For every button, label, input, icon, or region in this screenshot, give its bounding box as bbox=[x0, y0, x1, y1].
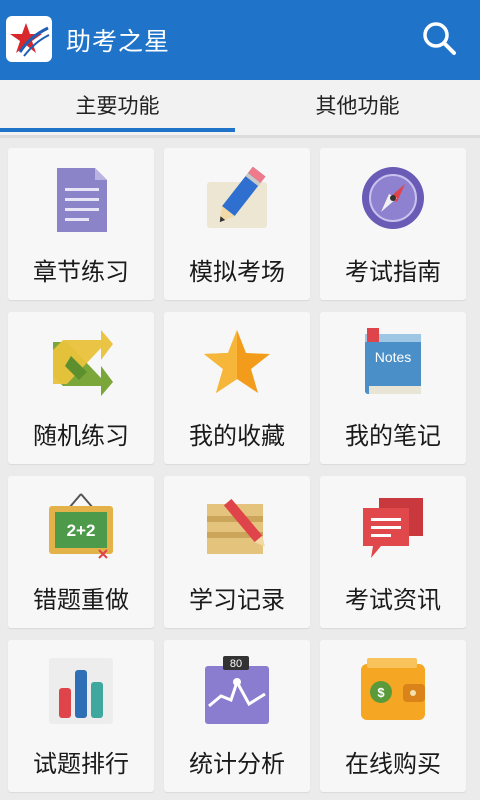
tile-random-practice[interactable]: 随机练习 bbox=[8, 312, 154, 464]
document-icon bbox=[47, 162, 115, 236]
star-logo-icon bbox=[6, 16, 52, 62]
tile-label: 我的收藏 bbox=[189, 422, 285, 450]
tab-other-functions[interactable]: 其他功能 bbox=[235, 80, 480, 135]
chalkboard-icon: 2+2 bbox=[47, 490, 115, 564]
notes-icon-text: Notes bbox=[375, 349, 412, 365]
tile-label: 统计分析 bbox=[189, 750, 285, 778]
bar-chart-icon bbox=[47, 654, 115, 728]
tile-statistics[interactable]: 80 统计分析 bbox=[164, 640, 310, 792]
tile-my-notes[interactable]: Notes 我的笔记 bbox=[320, 312, 466, 464]
line-chart-icon: 80 bbox=[203, 654, 271, 728]
tile-label: 模拟考场 bbox=[189, 258, 285, 286]
svg-text:$: $ bbox=[377, 685, 385, 700]
tile-study-records[interactable]: 学习记录 bbox=[164, 476, 310, 628]
shuffle-icon bbox=[47, 326, 115, 400]
tile-my-favorites[interactable]: 我的收藏 bbox=[164, 312, 310, 464]
tile-label: 在线购买 bbox=[345, 750, 441, 778]
statistics-value: 80 bbox=[230, 658, 242, 670]
tile-exam-guide[interactable]: 考试指南 bbox=[320, 148, 466, 300]
chalkboard-text: 2+2 bbox=[67, 521, 96, 540]
scroll-icon bbox=[203, 490, 271, 564]
active-tab-indicator bbox=[0, 128, 235, 132]
tile-exam-news[interactable]: 考试资讯 bbox=[320, 476, 466, 628]
tile-label: 我的笔记 bbox=[345, 422, 441, 450]
tile-online-purchase[interactable]: $ 在线购买 bbox=[320, 640, 466, 792]
star-icon bbox=[203, 326, 271, 400]
notes-icon: Notes bbox=[359, 326, 427, 400]
chat-icon bbox=[359, 490, 427, 564]
search-icon[interactable] bbox=[418, 18, 460, 60]
tile-mock-exam[interactable]: 模拟考场 bbox=[164, 148, 310, 300]
tile-redo-mistakes[interactable]: 2+2 错题重做 bbox=[8, 476, 154, 628]
tile-label: 错题重做 bbox=[33, 586, 129, 614]
tile-label: 学习记录 bbox=[189, 586, 285, 614]
tile-label: 章节练习 bbox=[33, 258, 129, 286]
tab-main-functions[interactable]: 主要功能 bbox=[0, 80, 235, 135]
app-title: 助考之星 bbox=[66, 27, 171, 56]
tile-label: 考试指南 bbox=[345, 258, 441, 286]
tile-label: 考试资讯 bbox=[345, 586, 441, 614]
tile-label: 随机练习 bbox=[33, 422, 129, 450]
feature-grid: 章节练习 模拟考场 考试指南 随机练习 我的收藏 Notes 我的笔记 2+2 … bbox=[0, 140, 480, 800]
app-screen: 助考之星 主要功能 其他功能 章节练习 模拟考场 考试指南 随机练习 我的收藏 … bbox=[0, 0, 480, 800]
wallet-icon: $ bbox=[359, 654, 427, 728]
tile-label: 试题排行 bbox=[33, 750, 129, 778]
compass-icon bbox=[359, 162, 427, 236]
tile-chapter-practice[interactable]: 章节练习 bbox=[8, 148, 154, 300]
pencil-icon bbox=[203, 162, 271, 236]
app-bar: 助考之星 bbox=[0, 0, 480, 80]
tile-question-ranking[interactable]: 试题排行 bbox=[8, 640, 154, 792]
